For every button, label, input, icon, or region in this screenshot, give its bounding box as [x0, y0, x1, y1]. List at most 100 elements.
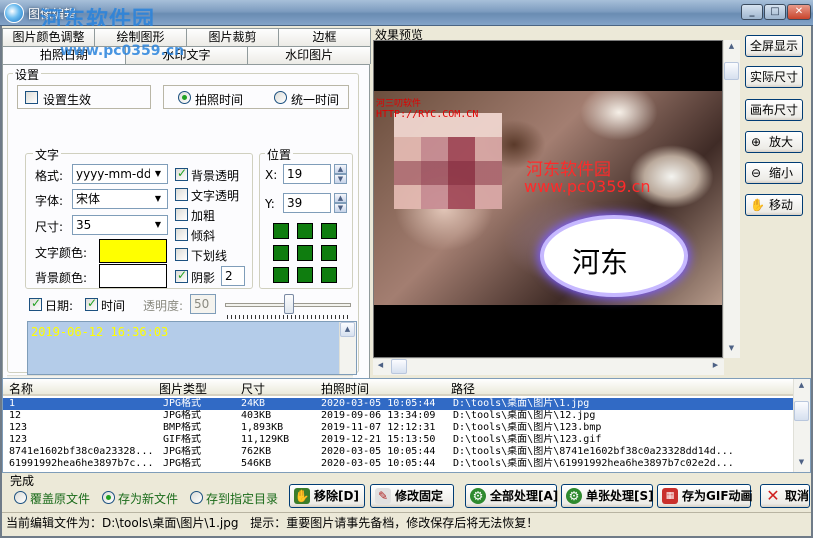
anchor-top-right[interactable] [321, 223, 337, 239]
scroll-left-icon[interactable]: ◀ [373, 359, 388, 374]
save-new-radio[interactable] [102, 491, 115, 504]
bg-transparent-checkbox[interactable] [175, 166, 188, 181]
font-select[interactable]: 宋体 ▼ [72, 189, 168, 209]
table-vscrollbar[interactable]: ▲ ▼ [793, 379, 810, 472]
font-label: 字体: [35, 194, 64, 208]
scroll-right-icon[interactable]: ▶ [708, 359, 723, 374]
chevron-down-icon: ▼ [150, 217, 166, 233]
opacity-slider-thumb[interactable] [284, 294, 294, 314]
minimize-button[interactable]: _ [741, 4, 763, 20]
anchor-middle-left[interactable] [273, 245, 289, 261]
tab-crop[interactable]: 图片裁剪 [186, 28, 279, 46]
col-name[interactable]: 名称 [9, 380, 33, 397]
date-checkbox[interactable] [29, 296, 42, 311]
tab-photo-date[interactable]: 拍照日期 [2, 46, 126, 64]
y-spin-up[interactable]: ▲ [334, 193, 347, 203]
time-checkbox[interactable] [85, 296, 98, 311]
col-date[interactable]: 拍照时间 [321, 380, 369, 397]
enable-checkbox[interactable] [25, 91, 38, 104]
table-row[interactable]: 1 JPG格式 24KB 2020-03-05 10:05:44 D:\tools\桌面… [3, 398, 793, 410]
file-table[interactable]: 名称 图片类型 尺寸 拍照时间 路径 1 JPG格式 24KB 2020-03-05 … [2, 378, 811, 473]
shadow-size-input[interactable]: 2 [221, 266, 245, 286]
canvas-size-button[interactable]: 画布尺寸 [745, 99, 803, 121]
col-type[interactable]: 图片类型 [159, 380, 207, 397]
scroll-thumb[interactable] [724, 62, 739, 80]
zoom-out-icon: ⊖ [751, 166, 762, 180]
scroll-up-icon[interactable]: ▲ [724, 40, 739, 55]
gear-icon: ⚙ [470, 488, 486, 504]
opacity-input[interactable]: 50 [190, 294, 216, 314]
table-row[interactable]: 12 JPG格式 403KB 2019-09-06 13:34:09 D:\tools\… [3, 410, 793, 422]
anchor-center[interactable] [297, 245, 313, 261]
italic-label: 倾斜 [191, 229, 216, 243]
remove-icon: ✋ [294, 488, 310, 504]
move-button[interactable]: ✋ 移动 [745, 194, 803, 216]
process-single-button[interactable]: ⚙ 单张处理[S] [561, 484, 654, 508]
anchor-middle-right[interactable] [321, 245, 337, 261]
text-transparent-label: 文字透明 [191, 189, 240, 203]
scroll-thumb[interactable] [794, 401, 809, 421]
bg-transparent-label: 背景透明 [191, 169, 240, 183]
anchor-top-center[interactable] [297, 223, 313, 239]
italic-checkbox[interactable] [175, 228, 188, 241]
shadow-checkbox[interactable] [175, 268, 188, 283]
x-input[interactable]: 19 [283, 164, 331, 184]
table-row[interactable]: 123 BMP格式 1,893KB 2019-11-07 12:12:31 D:\too… [3, 422, 793, 434]
status-current-file: 当前编辑文件为：D:\tools\桌面\图片\1.jpg [6, 516, 239, 530]
tab-border[interactable]: 边框 [278, 28, 371, 46]
x-spin-up[interactable]: ▲ [334, 164, 347, 174]
table-header: 名称 图片类型 尺寸 拍照时间 路径 [3, 379, 793, 396]
col-path[interactable]: 路径 [451, 380, 475, 397]
scroll-up-icon[interactable]: ▲ [794, 379, 809, 394]
bold-checkbox[interactable] [175, 208, 188, 221]
x-spin-down[interactable]: ▼ [334, 174, 347, 184]
fullscreen-button[interactable]: 全屏显示 [745, 35, 803, 57]
settings-panel: 设置 设置生效 拍照时间 统一时间 文字 格式: yyyy-mm-dd ▼ 字体:… [2, 64, 370, 394]
tab-draw-shapes[interactable]: 绘制图形 [94, 28, 187, 46]
anchor-bottom-center[interactable] [297, 267, 313, 283]
save-gif-button[interactable]: ▦ 存为GIF动画 [657, 484, 753, 508]
tab-watermark-text[interactable]: 水印文字 [124, 46, 249, 64]
size-select[interactable]: 35 ▼ [72, 215, 168, 235]
shadow-label: 阴影 [191, 271, 216, 285]
format-select[interactable]: yyyy-mm-dd ▼ [72, 164, 168, 184]
preview-bubble-text: 河东 [572, 246, 629, 279]
preview-hscrollbar[interactable]: ◀ ▶ [373, 358, 724, 375]
zoom-out-button[interactable]: ⊖ 缩小 [745, 162, 803, 184]
maximize-button[interactable]: □ [764, 4, 786, 20]
table-row[interactable]: 61991992hea6he3897b7c... JPG格式 546KB 2020-0… [3, 458, 793, 470]
process-all-button[interactable]: ⚙ 全部处理[A] [465, 484, 558, 508]
remove-button[interactable]: ✋ 移除[D] [289, 484, 365, 508]
scroll-up-icon[interactable]: ▲ [340, 322, 355, 337]
zoom-in-button[interactable]: ⊕ 放大 [745, 131, 803, 153]
save-dir-radio[interactable] [190, 491, 203, 504]
date-preview-memo[interactable]: 2019-06-12 16:36:03 [27, 321, 357, 375]
y-spin-down[interactable]: ▼ [334, 203, 347, 213]
memo-scrollbar[interactable]: ▲ [339, 322, 356, 374]
close-button[interactable]: ✕ [787, 4, 811, 20]
fix-button[interactable]: ✎ 修改固定 [370, 484, 454, 508]
y-input[interactable]: 39 [283, 193, 331, 213]
preview-vscrollbar[interactable]: ▲ ▼ [723, 40, 740, 358]
table-row[interactable]: 123 GIF格式 11,129KB 2019-12-21 15:13:50 D:\to… [3, 434, 793, 446]
overwrite-radio[interactable] [14, 491, 27, 504]
col-size[interactable]: 尺寸 [241, 380, 265, 397]
unified-time-radio[interactable] [274, 91, 287, 104]
scroll-thumb[interactable] [391, 359, 407, 374]
underline-checkbox[interactable] [175, 248, 188, 261]
text-color-swatch[interactable] [99, 239, 167, 263]
cancel-button[interactable]: ✕ 取消 [760, 484, 810, 508]
anchor-bottom-left[interactable] [273, 267, 289, 283]
actual-size-button[interactable]: 实际尺寸 [745, 66, 803, 88]
scroll-down-icon[interactable]: ▼ [724, 342, 739, 357]
table-row[interactable]: 8741e1602bf38c0a23328... JPG格式 762KB 2020-0… [3, 446, 793, 458]
text-transparent-checkbox[interactable] [175, 188, 188, 201]
bg-color-swatch[interactable] [99, 264, 167, 288]
anchor-top-left[interactable] [273, 223, 289, 239]
anchor-bottom-right[interactable] [321, 267, 337, 283]
preview-canvas[interactable]: 河三叨软件 HTTP://RYC.COM.CN 河东软件园 www.pc0359… [373, 40, 723, 358]
tab-watermark-image[interactable]: 水印图片 [247, 46, 372, 64]
photo-time-radio[interactable] [178, 91, 191, 104]
scroll-down-icon[interactable]: ▼ [794, 456, 809, 471]
tab-color-adjust[interactable]: 图片颜色调整 [2, 28, 95, 46]
